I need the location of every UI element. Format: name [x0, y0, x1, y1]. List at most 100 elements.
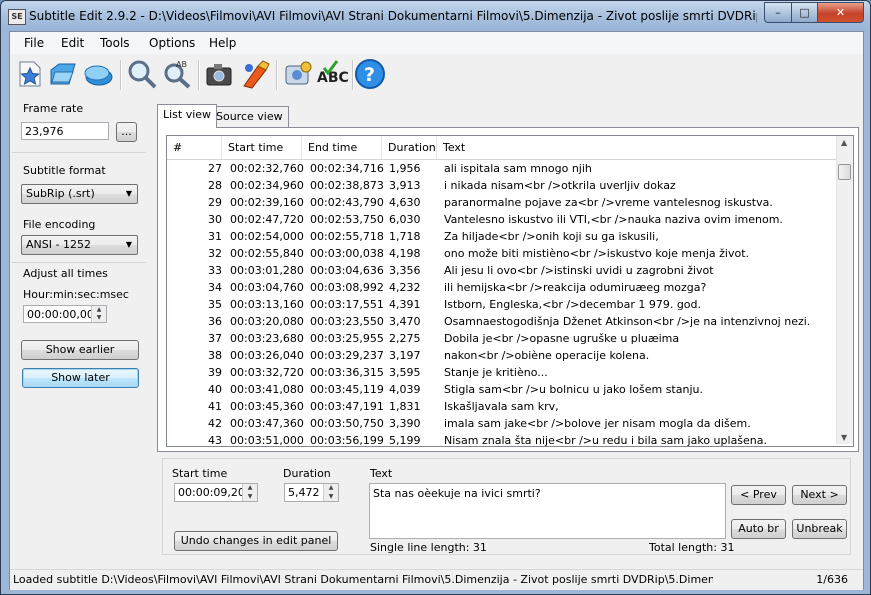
prev-button[interactable]: < Prev	[731, 485, 786, 505]
row-end-time: 00:03:36,315	[310, 366, 384, 379]
file-encoding-select[interactable]: ANSI - 1252 ▼	[21, 235, 138, 255]
column-header-duration[interactable]: Duration	[382, 136, 437, 159]
spell-check-icon[interactable]: ABC	[316, 58, 349, 90]
table-row[interactable]: 27 00:02:32,760 00:02:34,716 1,956 ali ispit…	[167, 160, 839, 177]
maximize-button[interactable]: □	[791, 2, 818, 23]
replace-icon[interactable]: AB	[162, 58, 194, 90]
start-time-spinner[interactable]: ▲ ▼	[242, 484, 257, 501]
table-row[interactable]: 35 00:03:13,160 00:03:17,551 4,391 Istborn, …	[167, 296, 839, 313]
adjust-time-input[interactable]: 00:00:00,000 ▲ ▼	[23, 305, 107, 323]
show-earlier-button[interactable]: Show earlier	[21, 340, 139, 360]
table-row[interactable]: 36 00:03:20,080 00:03:23,550 3,470 Osamnaest…	[167, 313, 839, 330]
app-window: SE Subtitle Edit 2.9.2 - D:\Videos\Filmo…	[0, 0, 871, 595]
tab-list-view[interactable]: List view	[157, 104, 218, 128]
row-duration: 1,956	[389, 162, 421, 175]
settings-icon[interactable]	[282, 58, 314, 90]
table-row[interactable]: 41 00:03:45,360 00:03:47,191 1,831 Iskašljav…	[167, 398, 839, 415]
scroll-down-icon[interactable]: ▼	[841, 433, 847, 442]
column-header-number[interactable]: #	[167, 136, 222, 159]
list-view-panel: # Start time End time Duration Text 27 00…	[157, 127, 859, 452]
table-row[interactable]: 31 00:02:54,000 00:02:55,718 1,718 Za hiljad…	[167, 228, 839, 245]
table-row[interactable]: 33 00:03:01,280 00:03:04,636 3,356 Ali jesu …	[167, 262, 839, 279]
duration-spinner[interactable]: ▲ ▼	[323, 484, 338, 501]
row-text: Osamnaestogodišnja Dženet Atkinson<br />…	[444, 315, 811, 328]
tab-source-view[interactable]: Source view	[210, 106, 289, 127]
subtitle-list[interactable]: # Start time End time Duration Text 27 00…	[166, 135, 854, 447]
table-row[interactable]: 39 00:03:32,720 00:03:36,315 3,595 Stanje je…	[167, 364, 839, 381]
frame-rate-input[interactable]: 23,976	[21, 122, 109, 140]
spin-up-icon[interactable]: ▲	[324, 484, 338, 493]
find-icon[interactable]	[126, 58, 158, 90]
start-time-label: Start time	[172, 467, 228, 480]
table-row[interactable]: 40 00:03:41,080 00:03:45,119 4,039 Stigla sa…	[167, 381, 839, 398]
close-button[interactable]: ✕	[817, 2, 864, 23]
visual-sync-icon[interactable]	[204, 58, 236, 90]
minimize-button[interactable]: –	[764, 2, 792, 23]
column-header-text[interactable]: Text	[437, 136, 839, 159]
duration-value: 5,472	[288, 486, 320, 499]
subtitle-count: 1/636	[816, 573, 848, 586]
chevron-down-icon: ▼	[125, 189, 132, 198]
row-end-time: 00:02:34,716	[310, 162, 384, 175]
start-time-input[interactable]: 00:00:09,200 ▲ ▼	[174, 483, 258, 502]
undo-changes-button[interactable]: Undo changes in edit panel	[174, 531, 338, 551]
table-row[interactable]: 38 00:03:26,040 00:03:29,237 3,197 nakon<br …	[167, 347, 839, 364]
table-row[interactable]: 43 00:03:51,000 00:03:56,199 5,199 Nisam zna…	[167, 432, 839, 447]
row-duration: 4,391	[389, 298, 421, 311]
row-start-time: 00:03:01,280	[230, 264, 304, 277]
adjust-time-spinner[interactable]: ▲ ▼	[91, 306, 106, 322]
table-row[interactable]: 28 00:02:34,960 00:02:38,873 3,913 i nikada …	[167, 177, 839, 194]
row-start-time: 00:03:41,080	[230, 383, 304, 396]
menu-tools[interactable]: Tools	[100, 36, 130, 50]
show-later-button[interactable]: Show later	[22, 368, 139, 388]
table-row[interactable]: 34 00:03:04,760 00:03:08,992 4,232 ili hemij…	[167, 279, 839, 296]
open-file-icon[interactable]	[48, 58, 80, 90]
save-file-icon[interactable]	[82, 58, 114, 90]
unbreak-button[interactable]: Unbreak	[792, 519, 847, 539]
auto-br-button[interactable]: Auto br	[731, 519, 786, 539]
spin-down-icon[interactable]: ▼	[243, 493, 257, 502]
menu-bar: File Edit Tools Options Help	[10, 32, 863, 54]
menu-options[interactable]: Options	[149, 36, 195, 50]
spin-down-icon[interactable]: ▼	[324, 493, 338, 502]
menu-help[interactable]: Help	[209, 36, 236, 50]
subtitle-format-select[interactable]: SubRip (.srt) ▼	[21, 184, 138, 204]
row-duration: 6,030	[389, 213, 421, 226]
svg-text:?: ?	[364, 64, 375, 86]
table-row[interactable]: 37 00:03:23,680 00:03:25,955 2,275 Dobila je…	[167, 330, 839, 347]
fix-errors-icon[interactable]	[240, 58, 272, 90]
help-icon[interactable]: ?	[354, 58, 386, 90]
spin-down-icon[interactable]: ▼	[92, 314, 106, 322]
spin-up-icon[interactable]: ▲	[243, 484, 257, 493]
table-row[interactable]: 32 00:02:55,840 00:03:00,038 4,198 ono može …	[167, 245, 839, 262]
duration-input[interactable]: 5,472 ▲ ▼	[284, 483, 339, 502]
start-time-value: 00:00:09,200	[178, 486, 252, 499]
menu-edit[interactable]: Edit	[61, 36, 84, 50]
client-area: File Edit Tools Options Help AB ABC ? Fr…	[9, 31, 864, 590]
toolbar: AB ABC ?	[10, 54, 863, 96]
scroll-thumb[interactable]	[838, 164, 851, 180]
svg-text:AB: AB	[176, 60, 187, 69]
column-header-start-time[interactable]: Start time	[222, 136, 302, 159]
row-text: Vantelesno iskustvo ili VTI,<br />nauka …	[444, 213, 783, 226]
row-text: Dobila je<br />opasne ugruške u pluæima	[444, 332, 680, 345]
menu-file[interactable]: File	[24, 36, 44, 50]
subtitle-text-area[interactable]: Sta nas oèekuje na ivici smrti?	[369, 483, 726, 539]
frame-rate-browse-button[interactable]: ...	[116, 122, 137, 142]
table-row[interactable]: 30 00:02:47,720 00:02:53,750 6,030 Vantelesn…	[167, 211, 839, 228]
row-end-time: 00:02:38,873	[310, 179, 384, 192]
spin-up-icon[interactable]: ▲	[92, 306, 106, 314]
next-button[interactable]: Next >	[792, 485, 847, 505]
subtitle-format-label: Subtitle format	[23, 164, 106, 177]
column-header-end-time[interactable]: End time	[302, 136, 382, 159]
row-end-time: 00:03:50,750	[310, 417, 384, 430]
list-scrollbar[interactable]: ▲ ▼	[836, 136, 853, 444]
scroll-up-icon[interactable]: ▲	[841, 138, 847, 147]
row-text: Nisam znala šta nije<br />u redu i bila …	[444, 434, 768, 447]
title-bar[interactable]: SE Subtitle Edit 2.9.2 - D:\Videos\Filmo…	[1, 1, 870, 31]
table-row[interactable]: 29 00:02:39,160 00:02:43,790 4,630 paranorma…	[167, 194, 839, 211]
table-row[interactable]: 42 00:03:47,360 00:03:50,750 3,390 imala sam…	[167, 415, 839, 432]
new-file-icon[interactable]	[14, 58, 46, 90]
row-number: 30	[208, 213, 222, 226]
row-text: Ali jesu li ovo<br />istinski uvidi u za…	[444, 264, 714, 277]
